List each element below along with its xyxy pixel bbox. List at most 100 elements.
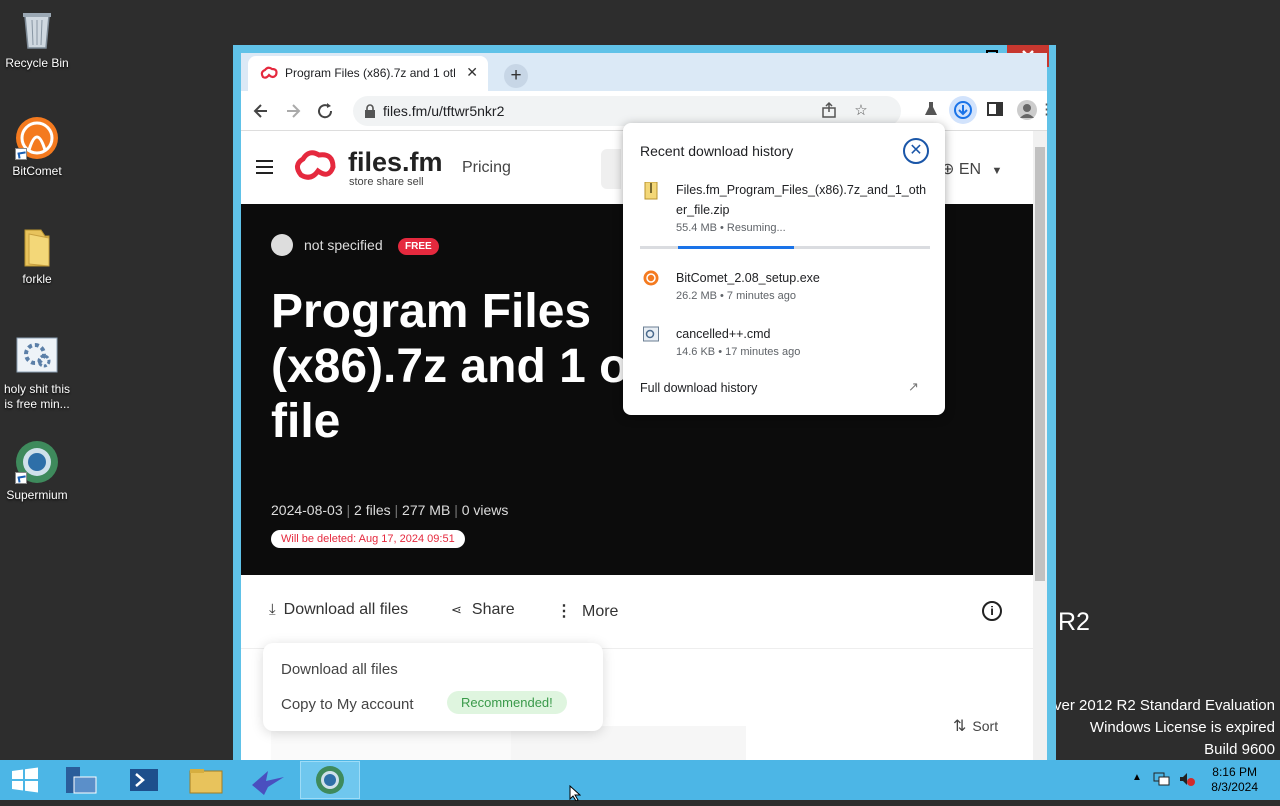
taskbar-file-explorer[interactable] [176, 761, 236, 799]
desktop-icon-bitcomet[interactable]: BitComet [0, 116, 74, 179]
action-bar: ⤓ Download all files ⋖ Share ⋮ More i [241, 575, 1033, 649]
windows-logo-icon [12, 767, 38, 793]
pricing-link[interactable]: Pricing [462, 159, 511, 177]
file-count: 2 files [354, 502, 391, 518]
filesfm-logo-icon [295, 150, 336, 180]
download-status: 14.6 KB • 17 minutes ago [676, 346, 801, 358]
more-dots-icon: ⋮ [556, 603, 572, 620]
avatar [271, 234, 293, 256]
external-link-icon[interactable]: ↗ [908, 379, 919, 395]
download-progress-track [640, 246, 930, 249]
shortcut-arrow-icon [15, 148, 27, 160]
download-status: 55.4 MB • Resuming... [676, 222, 786, 234]
clock-time: 8:16 PM [1212, 765, 1257, 779]
tray-overflow-icon[interactable]: ▲ [1132, 772, 1142, 783]
recycle-bin-icon [15, 8, 59, 52]
file-meta: 2024-08-03 | 2 files | 277 MB | 0 views [271, 502, 509, 518]
page-scrollbar[interactable] [1033, 131, 1047, 761]
file-explorer-icon [189, 769, 223, 794]
language-label: EN [958, 161, 982, 178]
desktop-icon-label: Recycle Bin [5, 56, 69, 70]
menu-dots-icon[interactable]: ⋮ [1039, 100, 1054, 120]
logo-tagline: store share sell [349, 176, 424, 188]
popup-title: Recent download history [640, 143, 794, 159]
hamburger-menu-icon[interactable] [256, 156, 273, 178]
download-submenu: Download all files Copy to My account Re… [263, 643, 603, 731]
desktop-icon-label: BitComet [12, 164, 62, 178]
taskbar-powershell[interactable] [114, 761, 174, 799]
search-box[interactable] [601, 149, 621, 189]
side-panel-icon[interactable] [985, 100, 1005, 120]
download-arrow-icon: ⤓ [269, 601, 276, 618]
network-icon[interactable] [1153, 771, 1171, 792]
logo-name: files.fm [348, 147, 443, 177]
forward-icon[interactable] [281, 99, 305, 123]
new-tab-button[interactable]: + [504, 64, 528, 88]
tab-title: Program Files (x86).7z and 1 oth [285, 66, 455, 80]
full-history-link[interactable]: Full download history [640, 381, 757, 395]
supermium-taskbar-icon [316, 766, 344, 794]
sort-label: Sort [972, 718, 999, 734]
filesfm-logo[interactable]: files.fm store share sell [293, 147, 453, 188]
view-count: 0 views [461, 502, 509, 518]
desktop-icon-label: Supermium [6, 488, 68, 502]
more-button[interactable]: ⋮ More [556, 601, 618, 621]
taskbar-supermium[interactable] [300, 761, 360, 799]
download-item[interactable]: Files.fm_Program_Files_(x86).7z_and_1_ot… [640, 180, 930, 250]
url-text: files.fm/u/tftwr5nkr2 [383, 103, 505, 119]
bookmark-star-icon[interactable]: ☆ [851, 101, 871, 121]
download-item[interactable]: BitComet_2.08_setup.exe 26.2 MB • 7 minu… [640, 268, 930, 308]
server-manager-icon [66, 767, 97, 794]
watermark-build: Build 9600 [1204, 741, 1275, 758]
tab-active[interactable]: Program Files (x86).7z and 1 oth ✕ [248, 56, 488, 91]
desktop-icon-supermium[interactable]: Supermium [0, 440, 74, 503]
file-card-placeholder [511, 726, 746, 761]
taskbar-server-manager[interactable] [52, 761, 112, 799]
share-label: Share [471, 601, 515, 618]
labs-icon[interactable] [921, 100, 941, 120]
sort-button[interactable]: ⇅ Sort [953, 716, 998, 736]
recommended-badge: Recommended! [447, 691, 567, 714]
download-item[interactable]: cancelled++.cmd 14.6 KB • 17 minutes ago [640, 324, 930, 364]
upload-date: 2024-08-03 [271, 502, 343, 518]
system-clock[interactable]: 8:16 PM 8/3/2024 [1211, 765, 1258, 795]
download-all-button[interactable]: ⤓ Download all files [269, 601, 408, 619]
submenu-download-all[interactable]: Download all files [281, 661, 398, 678]
desktop-icon-holy-shit[interactable]: holy shit this is free min... [0, 334, 74, 412]
lock-icon [365, 104, 375, 123]
mouse-cursor-icon [569, 784, 582, 806]
bitcomet-file-icon [643, 270, 659, 286]
download-all-label: Download all files [283, 601, 409, 618]
bitcomet-icon [15, 116, 59, 160]
volume-muted-icon[interactable] [1178, 771, 1196, 792]
scrollbar-thumb[interactable] [1035, 147, 1045, 581]
profile-icon[interactable] [1017, 100, 1037, 120]
cmd-file-icon [643, 326, 659, 342]
reload-icon[interactable] [313, 99, 337, 123]
watermark-license: Windows License is expired [1089, 719, 1275, 736]
chevron-down-icon: ▼ [991, 165, 1003, 177]
owner-name: not specified [304, 237, 383, 253]
start-button[interactable] [0, 761, 50, 799]
language-selector[interactable]: ⊕ EN ▼ [941, 159, 1002, 179]
share-button[interactable]: ⋖ Share [451, 601, 515, 619]
supermium-icon [15, 440, 59, 484]
desktop-icon-recycle-bin[interactable]: Recycle Bin [0, 8, 74, 71]
share-icon[interactable] [819, 101, 839, 121]
taskbar-app-bird[interactable] [238, 761, 298, 799]
file-card-placeholder [271, 726, 511, 761]
tab-close-icon[interactable]: ✕ [466, 64, 478, 81]
address-bar[interactable]: files.fm/u/tftwr5nkr2 ☆ [353, 96, 901, 126]
desktop-icon-forkle[interactable]: forkle [0, 224, 74, 287]
free-badge: FREE [398, 238, 439, 255]
back-icon[interactable] [249, 99, 273, 123]
desktop-icon-label: holy shit this is free min... [3, 382, 71, 411]
clock-date: 8/3/2024 [1211, 780, 1258, 794]
download-icon[interactable] [949, 96, 977, 124]
download-progress-fill [678, 246, 794, 249]
submenu-copy-to-account[interactable]: Copy to My account [281, 696, 414, 713]
download-filename: BitComet_2.08_setup.exe [676, 271, 820, 285]
info-icon[interactable]: i [982, 601, 1002, 621]
zip-file-icon [643, 181, 659, 200]
close-icon[interactable]: ✕ [903, 138, 929, 164]
